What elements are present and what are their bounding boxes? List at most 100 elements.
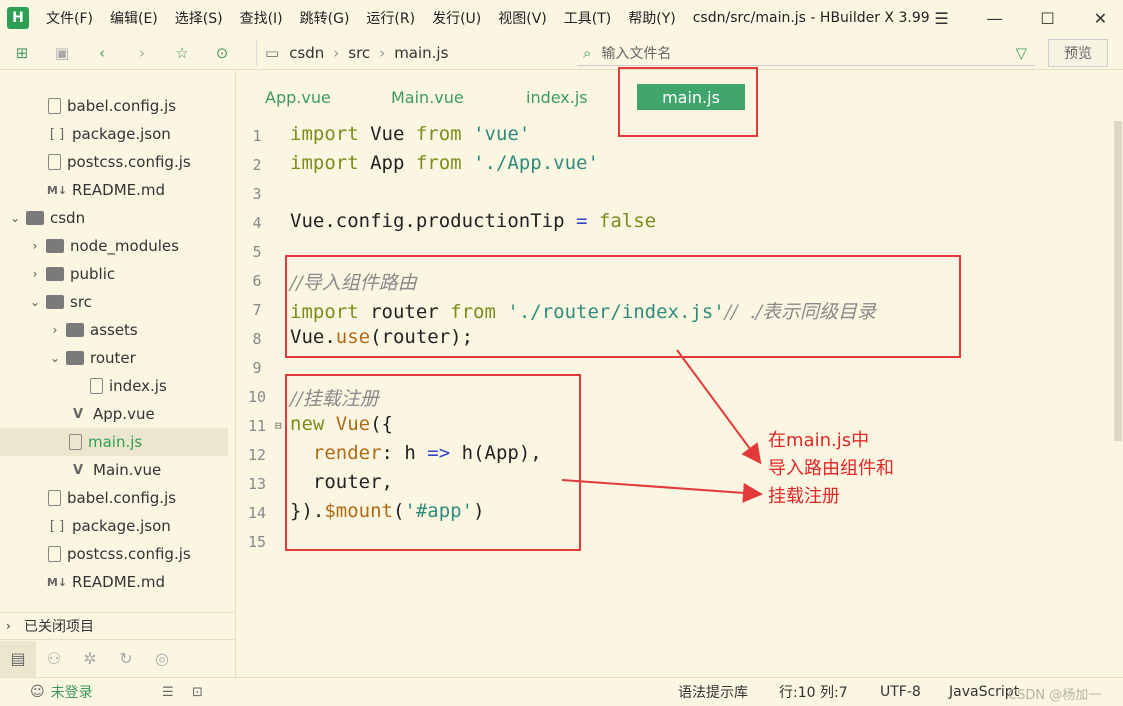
menu-find[interactable]: 查找(I) — [240, 8, 283, 28]
menu-select[interactable]: 选择(S) — [175, 8, 223, 28]
tree-item[interactable]: babel.config.js — [0, 484, 228, 512]
tree-item[interactable]: [ ] package.json — [0, 120, 228, 148]
tree-item-label: index.js — [109, 377, 167, 395]
minimize-button[interactable]: — — [972, 0, 1017, 36]
search-file-icon: ⌕ — [583, 43, 592, 62]
user-icon: ☺ — [30, 684, 45, 700]
tree-item-label: babel.config.js — [67, 489, 177, 507]
tree-item[interactable]: › node_modules — [0, 232, 228, 260]
project-explorer: babel.config.js [ ] package.json postcss.… — [0, 71, 236, 677]
back-arrow-icon[interactable]: ‹ — [92, 43, 112, 63]
tree-item-label: README.md — [72, 181, 166, 199]
tree-item[interactable]: postcss.config.js — [0, 148, 228, 176]
chevron-right-icon: › — [333, 44, 340, 62]
tree-item-label: package.json — [72, 517, 171, 535]
login-status[interactable]: ☺ 未登录 — [30, 682, 93, 702]
tree-item[interactable]: M↓ README.md — [0, 568, 228, 596]
folder-icon — [46, 295, 64, 309]
menu-goto[interactable]: 跳转(G) — [300, 8, 350, 28]
tree-item-label: main.js — [88, 433, 143, 451]
menu-view[interactable]: 视图(V) — [498, 8, 547, 28]
menu-help[interactable]: 帮助(Y) — [628, 8, 675, 28]
chevron-right-icon[interactable]: › — [28, 239, 42, 253]
chevron-down-icon[interactable]: ⌄ — [28, 295, 42, 309]
chevron-right-icon[interactable]: › — [6, 619, 20, 633]
tree-item-label: Main.vue — [93, 461, 162, 479]
tree-item[interactable]: M↓ README.md — [0, 176, 228, 204]
breadcrumb-item[interactable]: csdn — [289, 44, 324, 62]
title-bar: H 文件(F) 编辑(E) 选择(S) 查找(I) 跳转(G) 运行(R) 发行… — [0, 0, 1123, 36]
tree-item[interactable]: postcss.config.js — [0, 540, 228, 568]
filter-icon[interactable]: ▽ — [1015, 44, 1027, 62]
closed-projects-section[interactable]: › 已关闭项目 — [0, 612, 236, 638]
folder-icon — [66, 323, 84, 337]
tree-item-src[interactable]: ⌄ src — [0, 288, 228, 316]
code-editor: App.vue Main.vue index.js main.js 1 2 3 … — [237, 67, 1123, 677]
debug-bug-icon[interactable]: ✲ — [72, 641, 108, 677]
web-globe-icon[interactable]: ◎ — [144, 641, 180, 677]
breadcrumb-item[interactable]: main.js — [394, 44, 448, 62]
tree-item-label: postcss.config.js — [67, 545, 191, 563]
annotation-line: 导入路由组件和 — [768, 458, 894, 479]
maximize-button[interactable]: ☐ — [1025, 0, 1070, 36]
project-manager-icon[interactable]: ▤ — [0, 640, 36, 677]
file-js-icon — [48, 154, 61, 170]
json-icon: [ ] — [49, 518, 65, 534]
cursor-position[interactable]: 行:10 列:7 — [779, 682, 848, 702]
chevron-right-icon[interactable]: › — [48, 323, 62, 337]
status-bar: ☺ 未登录 ☰ ⊡ 语法提示库 行:10 列:7 UTF-8 JavaScript — [0, 677, 1123, 706]
tree-item[interactable]: [ ] package.json — [0, 512, 228, 540]
file-js-icon — [48, 98, 61, 114]
git-icon[interactable]: ↻ — [108, 641, 144, 677]
tree-item-router[interactable]: ⌄ router — [0, 344, 228, 372]
file-js-icon — [48, 490, 61, 506]
menu-edit[interactable]: 编辑(E) — [110, 8, 158, 28]
window-controls: ☰ — ☐ ✕ — [911, 0, 1123, 36]
file-search-input[interactable]: ⌕ 输入文件名 ▽ — [577, 40, 1035, 66]
syntax-library-button[interactable]: 语法提示库 — [678, 682, 748, 702]
terminal-icon[interactable]: ⊡ — [192, 685, 203, 700]
menu-publish[interactable]: 发行(U) — [432, 8, 481, 28]
json-icon: [ ] — [49, 126, 65, 142]
list-icon[interactable]: ☰ — [162, 685, 174, 700]
plugin-icon[interactable]: ⚇ — [36, 641, 72, 677]
sidebar-tabs: ▤ ⚇ ✲ ↻ ◎ — [0, 639, 236, 677]
chevron-right-icon[interactable]: › — [28, 267, 42, 281]
menu-file[interactable]: 文件(F) — [46, 8, 93, 28]
star-icon[interactable]: ☆ — [172, 43, 192, 63]
arrow-to-mount-icon — [561, 479, 763, 503]
window-title: csdn/src/main.js - HBuilder X 3.99 — [692, 10, 930, 26]
markdown-icon: M↓ — [46, 183, 68, 197]
chevron-down-icon[interactable]: ⌄ — [8, 211, 22, 225]
encoding[interactable]: UTF-8 — [880, 684, 921, 700]
tree-item-active[interactable]: main.js — [0, 428, 228, 456]
menu-tools[interactable]: 工具(T) — [564, 8, 611, 28]
hamburger-menu-icon[interactable]: ☰ — [919, 0, 964, 36]
breadcrumb-item[interactable]: src — [348, 44, 370, 62]
menu-bar: 文件(F) 编辑(E) 选择(S) 查找(I) 跳转(G) 运行(R) 发行(U… — [46, 8, 693, 28]
close-button[interactable]: ✕ — [1078, 0, 1123, 36]
tree-item-label: postcss.config.js — [67, 153, 191, 171]
save-icon[interactable]: ▣ — [52, 43, 72, 63]
tree-item-csdn[interactable]: ⌄ csdn — [0, 204, 228, 232]
chevron-down-icon[interactable]: ⌄ — [48, 351, 62, 365]
menu-run[interactable]: 运行(R) — [366, 8, 415, 28]
arrow-to-import-icon — [676, 349, 762, 465]
folder-icon — [26, 211, 44, 225]
tree-item-label: src — [70, 293, 92, 311]
annotation-line: 挂载注册 — [768, 486, 840, 507]
tree-item[interactable]: V Main.vue — [0, 456, 228, 484]
tree-item[interactable]: › public — [0, 260, 228, 288]
forward-arrow-icon[interactable]: › — [132, 43, 152, 63]
login-label: 未登录 — [50, 685, 93, 701]
folder-icon — [46, 267, 64, 281]
tree-item[interactable]: index.js — [0, 372, 228, 400]
file-js-icon — [48, 546, 61, 562]
tree-item[interactable]: babel.config.js — [0, 92, 228, 120]
preview-button[interactable]: 预览 — [1048, 39, 1108, 67]
tree-item[interactable]: › assets — [0, 316, 228, 344]
hbuilder-logo-icon: H — [7, 7, 29, 29]
new-file-icon[interactable]: ⊞ — [12, 43, 32, 63]
tree-item[interactable]: V App.vue — [0, 400, 228, 428]
run-icon[interactable]: ⊙ — [212, 43, 232, 63]
